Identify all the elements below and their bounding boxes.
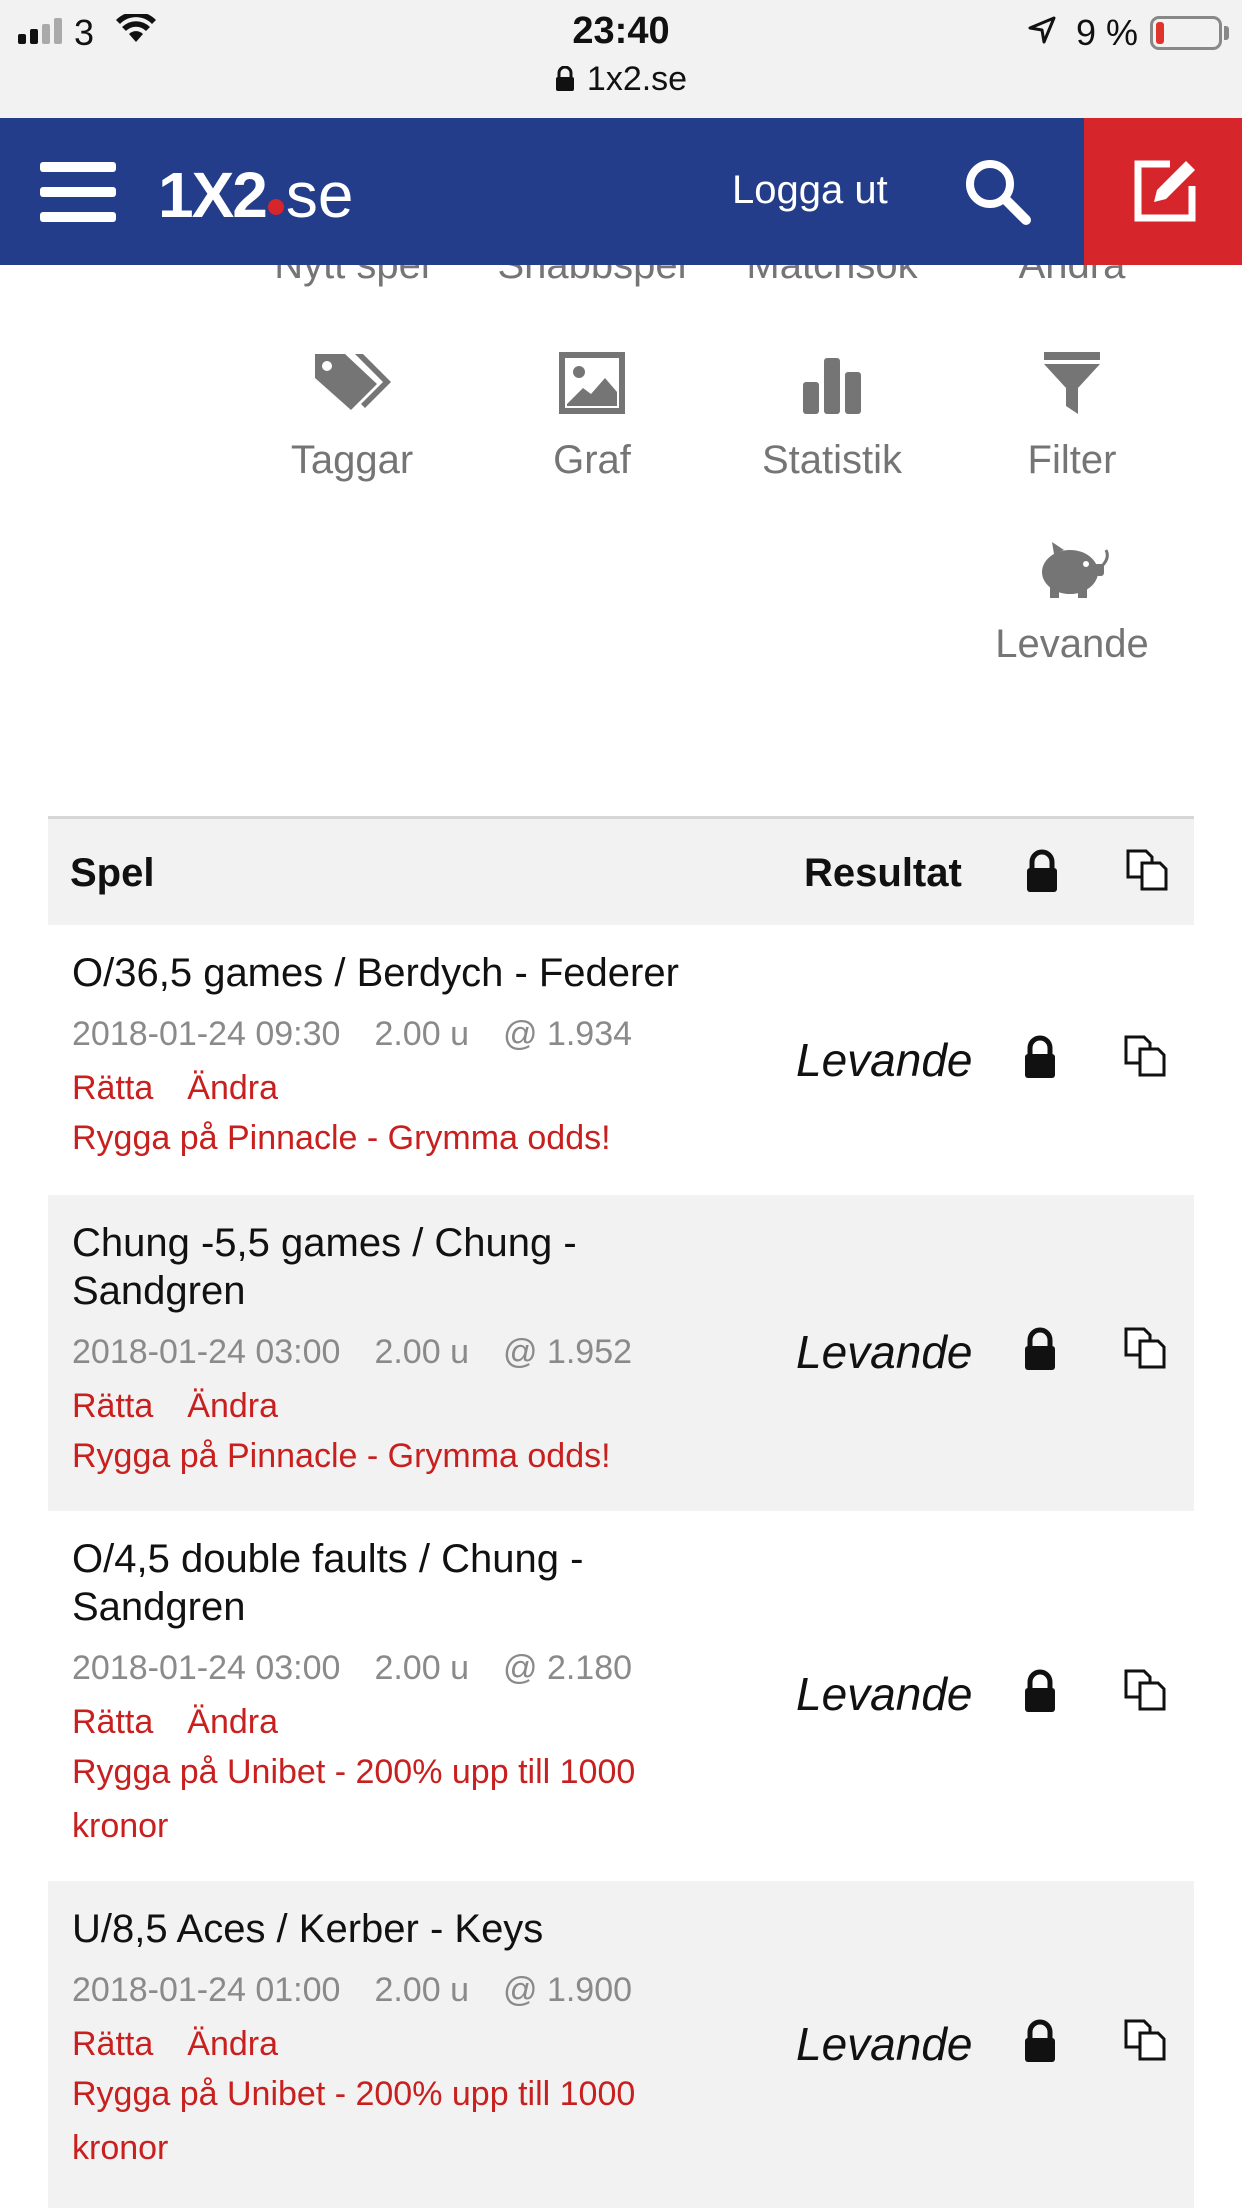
column-header-result[interactable]: Resultat [804,851,962,896]
logo-main: 1X2 [158,159,268,231]
menu-filter[interactable]: Filter [952,438,1192,483]
copy-icon[interactable] [1122,2017,1168,2068]
copy-icon[interactable] [1124,847,1170,898]
lock-icon[interactable] [1026,849,1058,898]
edit-link[interactable]: Ändra [187,1069,278,1107]
copy-icon[interactable] [1122,1033,1168,1084]
tag-icon[interactable] [232,350,472,421]
hedge-offer-link[interactable]: Rygga på Unibet - 200% upp till 1000 kro… [72,2067,712,2175]
status-bar: 3 23:40 1x2.se 9 % [0,0,1242,118]
bet-stake: 2.00 u [374,1971,469,2009]
logo-suffix: se [285,159,354,231]
menu-graph[interactable]: Graf [472,438,712,483]
table-row[interactable]: O/4,5 double faults / Chung - Sandgren 2… [48,1511,1194,1881]
battery-icon [1150,16,1222,50]
correct-link[interactable]: Rätta [72,2025,153,2063]
bet-result: Levande [796,1668,973,1720]
bets-table: Spel Resultat O/36,5 games / Berdych - F… [48,816,1194,2208]
copy-icon[interactable] [1122,1325,1168,1376]
lock-icon[interactable] [1024,1327,1056,1376]
bet-result: Levande [796,1326,973,1378]
quick-menu-cut-row: Nytt spel Snabbspel Matchsök Ändra [0,265,1242,297]
bet-date: 2018-01-24 03:00 [72,1333,341,1371]
correct-link[interactable]: Rätta [72,1703,153,1741]
bet-odds: @ 2.180 [502,1649,633,1687]
bet-stake: 2.00 u [374,1015,469,1053]
bet-actions: Rätta Ändra [72,1703,312,1742]
search-icon[interactable] [962,156,1034,228]
menu-live[interactable]: Levande [952,622,1192,667]
menu-quick-bet[interactable]: Snabbspel [472,265,712,288]
bet-meta: 2018-01-24 03:00 2.00 u @ 2.180 [72,1649,666,1688]
edit-link[interactable]: Ändra [187,2025,278,2063]
menu-tags[interactable]: Taggar [232,438,472,483]
padlock-icon [555,62,575,101]
correct-link[interactable]: Rätta [72,1387,153,1425]
bet-odds: @ 1.900 [502,1971,633,2009]
site-logo[interactable]: 1X2 se [158,158,354,231]
hedge-offer-link[interactable]: Rygga på Pinnacle - Grymma odds! [72,1111,712,1165]
bet-odds: @ 1.952 [502,1333,633,1371]
site-header: 1X2 se Logga ut [0,118,1242,265]
location-arrow-icon [1026,14,1058,51]
table-row[interactable]: Chung -5,5 games / Chung - Sandgren 2018… [48,1195,1194,1511]
menu-new-bet[interactable]: Nytt spel [232,265,472,288]
copy-icon[interactable] [1122,1667,1168,1718]
bet-date: 2018-01-24 01:00 [72,1971,341,2009]
hedge-offer-link[interactable]: Rygga på Unibet - 200% upp till 1000 kro… [72,1745,712,1853]
menu-statistics[interactable]: Statistik [712,438,952,483]
bet-actions: Rätta Ändra [72,1387,312,1426]
lock-icon[interactable] [1024,1035,1056,1084]
bet-date: 2018-01-24 03:00 [72,1649,341,1687]
bet-stake: 2.00 u [374,1649,469,1687]
lock-icon[interactable] [1024,2019,1056,2068]
edit-icon [1134,160,1196,222]
bet-date: 2018-01-24 09:30 [72,1015,341,1053]
bet-title: O/4,5 double faults / Chung - Sandgren [72,1537,584,1629]
bar-chart-icon[interactable] [712,354,952,421]
table-row[interactable]: U/8,5 Aces / Kerber - Keys 2018-01-24 01… [48,1881,1194,2208]
table-header: Spel Resultat [48,819,1194,925]
bet-meta: 2018-01-24 01:00 2.00 u @ 1.900 [72,1971,666,2010]
bet-odds: @ 1.934 [502,1015,633,1053]
bet-result: Levande [796,1034,973,1086]
column-header-bet[interactable]: Spel [70,851,154,896]
hedge-offer-link[interactable]: Rygga på Pinnacle - Grymma odds! [72,1429,712,1483]
filter-icon[interactable] [952,350,1192,423]
bet-meta: 2018-01-24 09:30 2.00 u @ 1.934 [72,1015,666,1054]
bet-actions: Rätta Ändra [72,2025,312,2064]
menu-change[interactable]: Ändra [952,265,1192,288]
lock-icon[interactable] [1024,1669,1056,1718]
bet-stake: 2.00 u [374,1333,469,1371]
correct-link[interactable]: Rätta [72,1069,153,1107]
edit-link[interactable]: Ändra [187,1703,278,1741]
battery-percent: 9 % [1076,12,1139,53]
new-bet-button[interactable] [1084,118,1242,265]
bet-title: U/8,5 Aces / Kerber - Keys [72,1907,544,1951]
address-bar[interactable]: 1x2.se [0,60,1242,101]
url-text: 1x2.se [586,60,688,98]
menu-match-search[interactable]: Matchsök [712,265,952,288]
bet-meta: 2018-01-24 03:00 2.00 u @ 1.952 [72,1333,666,1372]
logout-link[interactable]: Logga ut [732,168,888,213]
hamburger-menu-icon[interactable] [40,162,116,222]
piggy-bank-icon[interactable] [952,540,1192,605]
table-row[interactable]: O/36,5 games / Berdych - Federer 2018-01… [48,925,1194,1195]
bet-actions: Rätta Ändra [72,1069,312,1108]
bet-title: O/36,5 games / Berdych - Federer [72,951,679,995]
image-icon[interactable] [472,352,712,419]
edit-link[interactable]: Ändra [187,1387,278,1425]
bet-title: Chung -5,5 games / Chung - Sandgren [72,1221,577,1313]
bet-result: Levande [796,2018,973,2070]
